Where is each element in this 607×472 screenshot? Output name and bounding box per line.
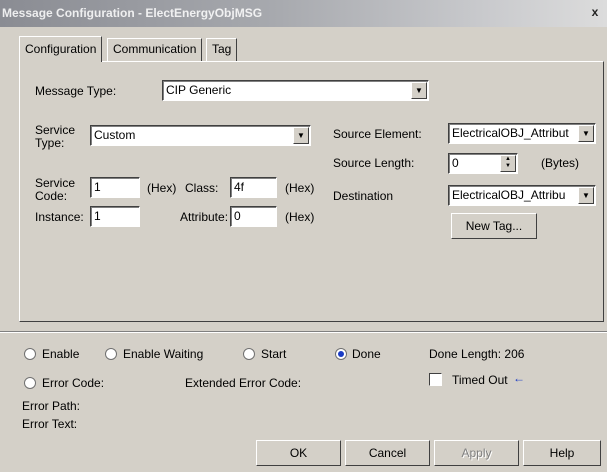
destination-label: Destination: [333, 189, 394, 203]
enable-indicator: [24, 348, 36, 360]
timed-out-checkbox[interactable]: [429, 373, 442, 386]
timed-out-label: Timed Out: [452, 373, 508, 387]
enable-waiting-label: Enable Waiting: [123, 347, 204, 361]
chevron-down-icon[interactable]: ▼: [293, 127, 309, 144]
destination-value: ElectricalOBJ_Attribu: [452, 188, 566, 202]
instance-value: 1: [94, 209, 101, 223]
source-length-stepper[interactable]: 0 ▲ ▼: [448, 153, 518, 174]
window-title: Message Configuration - ElectEnergyObjMS…: [2, 6, 263, 20]
message-type-value: CIP Generic: [166, 83, 232, 97]
destination-select[interactable]: ElectricalOBJ_Attribu ▼: [448, 185, 596, 206]
spinner-icon[interactable]: ▲ ▼: [500, 155, 516, 172]
attribute-hex-label: (Hex): [285, 210, 315, 224]
source-element-value: ElectricalOBJ_Attribut: [452, 126, 569, 140]
start-label: Start: [261, 347, 287, 361]
class-label: Class:: [185, 181, 219, 195]
service-type-value: Custom: [94, 128, 136, 142]
extended-error-code-label: Extended Error Code:: [185, 376, 302, 390]
tab-tag[interactable]: Tag: [206, 38, 238, 61]
chevron-down-icon[interactable]: ▼: [578, 187, 594, 204]
done-label: Done: [352, 347, 381, 361]
error-code-indicator: [24, 377, 36, 389]
service-code-value: 1: [94, 180, 101, 194]
bytes-label: (Bytes): [541, 156, 580, 170]
start-indicator: [243, 348, 255, 360]
enable-label: Enable: [42, 347, 80, 361]
error-code-label: Error Code:: [42, 376, 105, 390]
arrow-left-icon: ←: [513, 371, 525, 385]
help-button-label: Help: [549, 446, 575, 460]
service-code-input[interactable]: 1: [90, 177, 140, 198]
error-path-label: Error Path:: [22, 399, 81, 413]
source-length-label: Source Length:: [333, 156, 415, 170]
service-code-label: Service Code:: [35, 177, 85, 203]
ok-button[interactable]: OK: [256, 440, 341, 466]
service-type-label-text: Service Type:: [35, 123, 76, 150]
source-length-value: 0: [452, 156, 459, 170]
attribute-label: Attribute:: [180, 210, 229, 224]
service-code-hex-label: (Hex): [147, 181, 177, 195]
title-bar: Message Configuration - ElectEnergyObjMS…: [0, 0, 607, 27]
chevron-down-icon[interactable]: ▼: [411, 82, 427, 99]
enable-waiting-indicator: [105, 348, 117, 360]
service-code-label-text: Service Code:: [35, 176, 76, 203]
done-length-label: Done Length: 206: [429, 347, 525, 361]
class-input[interactable]: 4f: [230, 177, 277, 198]
tab-configuration[interactable]: Configuration: [19, 36, 103, 62]
apply-button-label: Apply: [461, 446, 492, 460]
class-hex-label: (Hex): [285, 181, 315, 195]
new-tag-button-label: New Tag...: [465, 219, 523, 233]
cancel-button[interactable]: Cancel: [345, 440, 430, 466]
done-indicator: [335, 348, 347, 360]
chevron-down-icon[interactable]: ▼: [578, 125, 594, 142]
tab-tag-label: Tag: [212, 42, 232, 56]
tab-communication-label: Communication: [113, 42, 197, 56]
error-text-label: Error Text:: [22, 417, 78, 431]
source-element-label: Source Element:: [333, 127, 422, 141]
message-type-select[interactable]: CIP Generic ▼: [162, 80, 429, 101]
apply-button[interactable]: Apply: [434, 440, 519, 466]
source-element-select[interactable]: ElectricalOBJ_Attribut ▼: [448, 123, 596, 144]
new-tag-button[interactable]: New Tag...: [451, 213, 537, 239]
service-type-select[interactable]: Custom ▼: [90, 125, 311, 146]
attribute-input[interactable]: 0: [230, 206, 277, 227]
message-type-label: Message Type:: [35, 84, 117, 98]
close-icon[interactable]: x: [587, 4, 603, 20]
instance-input[interactable]: 1: [90, 206, 140, 227]
divider: [0, 331, 607, 333]
tab-communication[interactable]: Communication: [107, 38, 203, 61]
instance-label: Instance:: [35, 210, 84, 224]
service-type-label: Service Type:: [35, 124, 85, 150]
help-button[interactable]: Help: [523, 440, 601, 466]
tab-configuration-label: Configuration: [25, 42, 97, 56]
cancel-button-label: Cancel: [368, 446, 407, 460]
class-value: 4f: [234, 180, 245, 194]
attribute-value: 0: [234, 209, 241, 223]
ok-button-label: OK: [289, 446, 308, 460]
